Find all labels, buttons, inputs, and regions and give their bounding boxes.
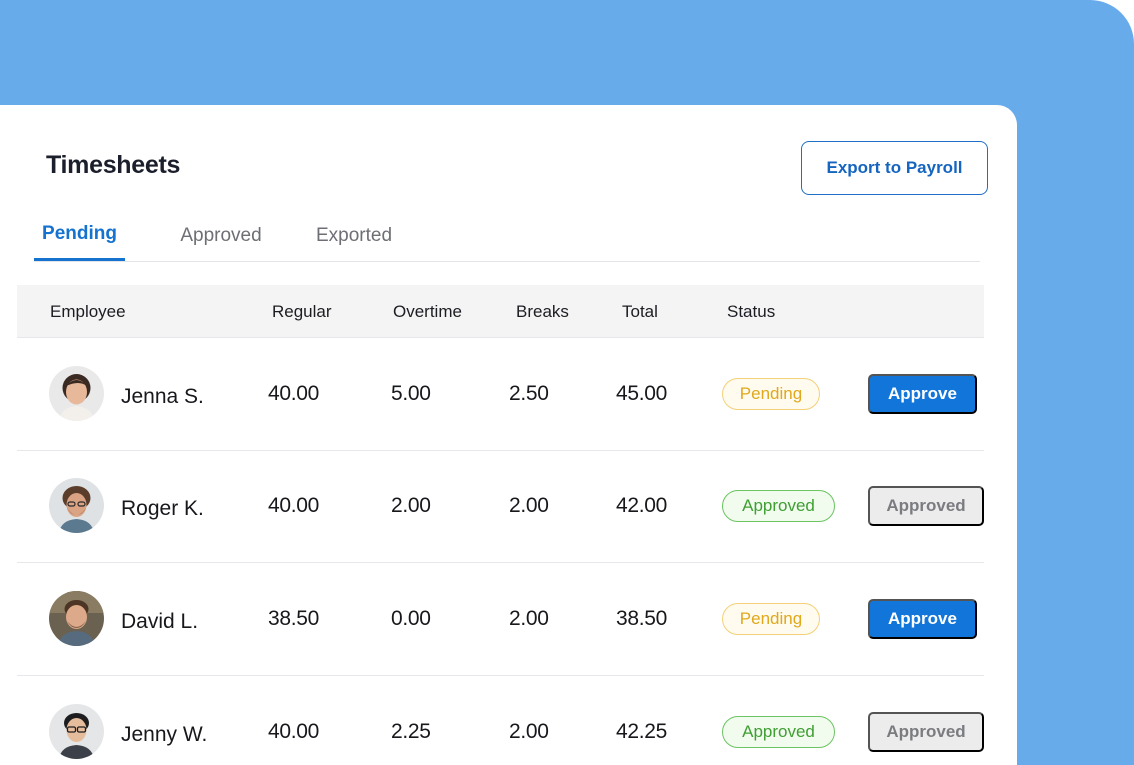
break-hours: 2.00 — [509, 720, 549, 743]
table-header: Employee Regular Overtime Breaks Total S… — [17, 285, 984, 338]
column-header-regular: Regular — [272, 301, 332, 321]
regular-hours: 40.00 — [268, 382, 320, 405]
break-hours: 2.00 — [509, 494, 549, 517]
approved-button[interactable]: Approved — [868, 712, 984, 752]
employee-name: Jenna S. — [121, 385, 204, 408]
employee-name: Jenny W. — [121, 723, 208, 746]
status-badge: Approved — [722, 716, 835, 748]
status-badge: Approved — [722, 490, 835, 522]
column-header-status: Status — [727, 301, 776, 321]
approve-button[interactable]: Approve — [868, 599, 977, 639]
employee-name: David L. — [121, 610, 199, 633]
approve-button[interactable]: Approve — [868, 374, 977, 414]
regular-hours: 38.50 — [268, 607, 320, 630]
export-to-payroll-button[interactable]: Export to Payroll — [801, 141, 988, 195]
column-header-overtime: Overtime — [393, 301, 462, 321]
avatar — [49, 478, 104, 533]
total-hours: 38.50 — [616, 607, 668, 630]
table-row[interactable]: Jenny W. 40.00 2.25 2.00 42.25 Approved … — [17, 676, 984, 765]
status-badge: Pending — [722, 378, 820, 410]
avatar — [49, 591, 104, 646]
avatar — [49, 366, 104, 421]
table-row[interactable]: Jenna S. 40.00 5.00 2.50 45.00 Pending A… — [17, 337, 984, 451]
page-title: Timesheets — [46, 151, 181, 179]
table-row[interactable]: David L. 38.50 0.00 2.00 38.50 Pending A… — [17, 563, 984, 676]
regular-hours: 40.00 — [268, 720, 320, 743]
tab-exported[interactable]: Exported — [305, 210, 403, 261]
regular-hours: 40.00 — [268, 494, 320, 517]
overtime-hours: 2.00 — [391, 494, 431, 517]
column-header-breaks: Breaks — [516, 301, 569, 321]
column-header-employee: Employee — [50, 301, 126, 321]
timesheets-card: Timesheets Export to Payroll Pending App… — [0, 105, 1017, 765]
tab-approved[interactable]: Approved — [167, 210, 275, 261]
total-hours: 42.25 — [616, 720, 668, 743]
status-badge: Pending — [722, 603, 820, 635]
overtime-hours: 0.00 — [391, 607, 431, 630]
table-row[interactable]: Roger K. 40.00 2.00 2.00 42.00 Approved … — [17, 450, 984, 563]
break-hours: 2.50 — [509, 382, 549, 405]
break-hours: 2.00 — [509, 607, 549, 630]
column-header-total: Total — [622, 301, 658, 321]
total-hours: 42.00 — [616, 494, 668, 517]
tab-bar: Pending Approved Exported — [34, 210, 980, 262]
employee-name: Roger K. — [121, 497, 204, 520]
overtime-hours: 5.00 — [391, 382, 431, 405]
approved-button[interactable]: Approved — [868, 486, 984, 526]
overtime-hours: 2.25 — [391, 720, 431, 743]
tab-pending[interactable]: Pending — [34, 210, 125, 261]
total-hours: 45.00 — [616, 382, 668, 405]
avatar — [49, 704, 104, 759]
